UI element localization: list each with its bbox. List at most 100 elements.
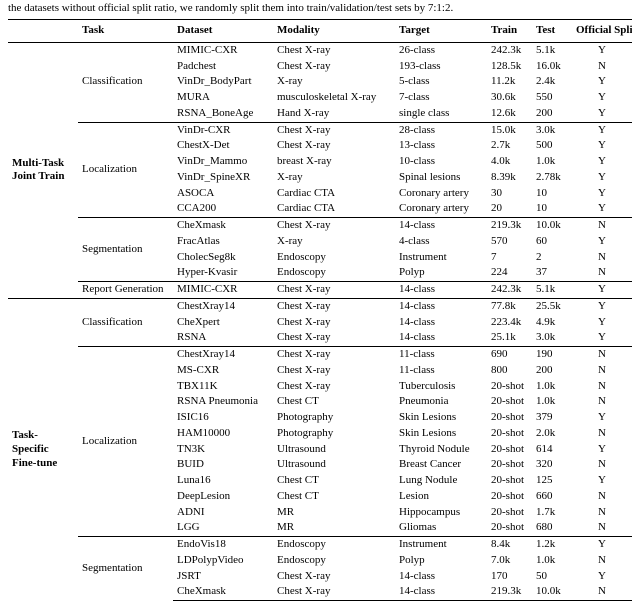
cell-split: N [572,505,632,521]
cell-train: 8.39k [487,170,532,186]
cell-train: 20-shot [487,505,532,521]
cell-modality: Chest CT [273,473,395,489]
cell-split: Y [572,330,632,346]
cell-target: 13-class [395,138,487,154]
cell-dataset: RSNA [173,330,273,346]
cell-modality: Chest X-ray [273,363,395,379]
stage-label: Multi-Task Joint Train [8,42,78,298]
cell-target: Instrument [395,537,487,553]
cell-modality: Photography [273,410,395,426]
cell-test: 1.7k [532,505,572,521]
cell-train: 170 [487,569,532,585]
cell-split: N [572,584,632,600]
cell-modality: Chest X-ray [273,298,395,314]
cell-train: 570 [487,234,532,250]
cell-split: Y [572,234,632,250]
cell-test: 200 [532,363,572,379]
cell-split: Y [572,74,632,90]
task-label: Localization [78,347,173,537]
cell-target: 14-class [395,315,487,331]
cell-dataset: ChestXray14 [173,298,273,314]
task-label: Segmentation [78,537,173,601]
cell-dataset: VinDr_BodyPart [173,74,273,90]
cell-dataset: ASOCA [173,186,273,202]
cell-dataset: BUID [173,457,273,473]
cell-dataset: RSNA Pneumonia [173,394,273,410]
cell-train: 224 [487,265,532,281]
cell-dataset: Hyper-Kvasir [173,265,273,281]
cell-dataset: CheXpert [173,315,273,331]
cell-target: Coronary artery [395,201,487,217]
cell-test: 5.1k [532,42,572,58]
cell-train: 128.5k [487,59,532,75]
table-row: Report GenerationMIMIC-CXRChest X-ray14-… [8,282,632,299]
cell-split: Y [572,569,632,585]
col-train: Train [487,20,532,43]
cell-dataset: DeepLesion [173,489,273,505]
col-modality: Modality [273,20,395,43]
cell-dataset: MURA [173,90,273,106]
cell-test: 660 [532,489,572,505]
task-label: Report Generation [78,282,173,299]
cell-split: Y [572,315,632,331]
cell-modality: Chest X-ray [273,347,395,363]
cell-modality: Photography [273,426,395,442]
cell-target: 14-class [395,282,487,299]
cell-split: N [572,553,632,569]
cell-split: Y [572,138,632,154]
cell-split: N [572,379,632,395]
cell-split: N [572,394,632,410]
cell-split: Y [572,186,632,202]
cell-test: 10.0k [532,218,572,234]
cell-modality: Chest X-ray [273,59,395,75]
cell-modality: Endoscopy [273,250,395,266]
cell-target: 5-class [395,74,487,90]
cell-target: Spinal lesions [395,170,487,186]
cell-train: 20-shot [487,394,532,410]
col-dataset: Dataset [173,20,273,43]
cell-test: 10 [532,186,572,202]
cell-modality: Cardiac CTA [273,201,395,217]
cell-modality: Chest X-ray [273,282,395,299]
cell-dataset: VinDr_SpineXR [173,170,273,186]
cell-dataset: FracAtlas [173,234,273,250]
cell-target: Hippocampus [395,505,487,521]
cell-train: 20 [487,201,532,217]
cell-target: 11-class [395,363,487,379]
cell-modality: Chest X-ray [273,138,395,154]
cell-dataset: ChestXray14 [173,347,273,363]
cell-test: 60 [532,234,572,250]
cell-modality: breast X-ray [273,154,395,170]
table-row: LocalizationVinDr-CXRChest X-ray28-class… [8,122,632,138]
table-row: SegmentationCheXmaskChest X-ray14-class2… [8,218,632,234]
cell-train: 77.8k [487,298,532,314]
cell-split: Y [572,90,632,106]
cell-target: Instrument [395,250,487,266]
cell-dataset: MS-CXR [173,363,273,379]
cell-test: 1.0k [532,379,572,395]
cell-train: 15.0k [487,122,532,138]
cell-test: 614 [532,442,572,458]
cell-train: 219.3k [487,584,532,600]
cell-target: Gliomas [395,520,487,536]
cell-train: 242.3k [487,42,532,58]
cell-split: Y [572,154,632,170]
cell-dataset: CheXmask [173,218,273,234]
col-task: Task [78,20,173,43]
cell-target: 14-class [395,569,487,585]
table-row: LocalizationChestXray14Chest X-ray11-cla… [8,347,632,363]
task-label: Segmentation [78,218,173,282]
cell-train: 242.3k [487,282,532,299]
cell-test: 10.0k [532,584,572,600]
cell-train: 30.6k [487,90,532,106]
cell-train: 690 [487,347,532,363]
cell-modality: Endoscopy [273,553,395,569]
cell-train: 11.2k [487,74,532,90]
cell-train: 20-shot [487,473,532,489]
cell-target: 7-class [395,90,487,106]
cell-modality: Cardiac CTA [273,186,395,202]
cell-test: 3.0k [532,122,572,138]
table-row: Multi-Task Joint TrainClassificationMIMI… [8,42,632,58]
cell-dataset: MIMIC-CXR [173,42,273,58]
cell-target: Coronary artery [395,186,487,202]
